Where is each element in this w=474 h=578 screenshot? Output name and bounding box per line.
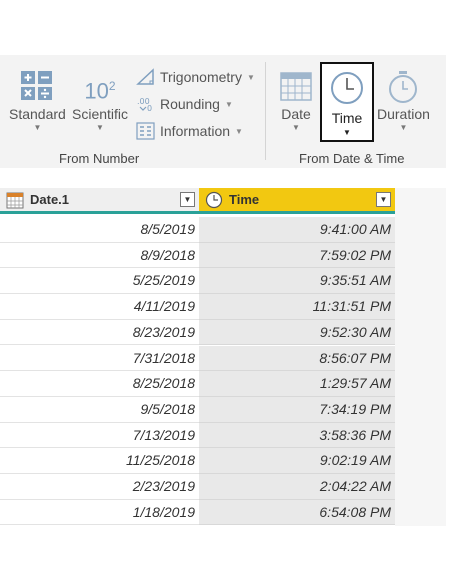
duration-label: Duration: [377, 106, 430, 122]
standard-button[interactable]: Standard ▼: [9, 70, 66, 132]
grid-empty-area: [395, 188, 446, 526]
group-label-from-date-time: From Date & Time: [299, 151, 405, 166]
table-row[interactable]: 8/23/2019 9:52:30 AM: [0, 319, 395, 346]
calendar-icon: [6, 192, 24, 208]
chevron-down-icon: ▼: [343, 128, 351, 137]
chevron-down-icon: ▼: [246, 72, 255, 82]
scientific-label: Scientific: [72, 106, 129, 122]
table-row[interactable]: 9/5/2018 7:34:19 PM: [0, 396, 395, 423]
table-row[interactable]: 5/25/2019 9:35:51 AM: [0, 268, 395, 295]
date-cell[interactable]: 7/13/2019: [0, 422, 199, 449]
chevron-down-icon: ▼: [33, 123, 42, 132]
trigonometry-label: Trigonometry: [160, 69, 242, 85]
filter-dropdown-icon[interactable]: ▼: [180, 192, 195, 207]
column-header-time[interactable]: Time ▼: [199, 188, 395, 214]
scientific-icon-base: 10: [84, 78, 109, 104]
date-cell[interactable]: 8/9/2018: [0, 242, 199, 269]
rounding-icon: .00 0: [137, 97, 152, 113]
column-header-date[interactable]: Date.1 ▼: [0, 188, 199, 214]
triangle-icon: [136, 68, 154, 85]
column-header-label: Date.1: [30, 192, 70, 207]
chevron-down-icon: ▼: [235, 126, 243, 136]
filter-dropdown-icon[interactable]: ▼: [376, 192, 391, 207]
information-label: Information: [160, 123, 231, 139]
table-row[interactable]: 7/13/2019 3:58:36 PM: [0, 422, 395, 449]
table-row[interactable]: 11/25/2018 9:02:19 AM: [0, 448, 395, 474]
calendar-icon: [280, 72, 312, 101]
time-cell[interactable]: 2:04:22 AM: [199, 474, 395, 500]
table-row[interactable]: 8/25/2018 1:29:57 AM: [0, 371, 395, 397]
standard-label: Standard: [9, 106, 66, 122]
stopwatch-icon: [389, 71, 418, 103]
date-cell[interactable]: 8/23/2019: [0, 319, 199, 346]
table-row[interactable]: 8/5/2019 9:41:00 AM: [0, 217, 395, 243]
table-row[interactable]: 7/31/2018 8:56:07 PM: [0, 345, 395, 372]
ribbon-separator: [265, 62, 266, 160]
table-row[interactable]: 4/11/2019 11:31:51 PM: [0, 294, 395, 320]
date-cell[interactable]: 4/11/2019: [0, 294, 199, 320]
time-cell[interactable]: 7:59:02 PM: [199, 242, 395, 269]
information-button[interactable]: Information ▼: [136, 120, 243, 142]
date-cell[interactable]: 8/25/2018: [0, 371, 199, 397]
table-row[interactable]: 1/18/2019 6:54:08 PM: [0, 499, 395, 526]
time-cell[interactable]: 11:31:51 PM: [199, 294, 395, 320]
time-cell[interactable]: 1:29:57 AM: [199, 371, 395, 397]
chevron-down-icon: ▼: [399, 123, 408, 132]
table-row[interactable]: 2/23/2019 2:04:22 AM: [0, 474, 395, 500]
date-label: Date: [281, 106, 311, 122]
time-cell[interactable]: 8:56:07 PM: [199, 345, 395, 372]
scientific-icon-exponent: 2: [108, 79, 116, 93]
scientific-icon: 102: [84, 70, 116, 104]
svg-text:0: 0: [147, 104, 152, 113]
table-row[interactable]: 8/9/2018 7:59:02 PM: [0, 242, 395, 269]
clock-icon: [205, 191, 223, 208]
rounding-label: Rounding: [160, 96, 220, 112]
group-label-from-number: From Number: [59, 151, 140, 166]
date-button[interactable]: Date ▼: [279, 70, 313, 132]
rounding-button[interactable]: .00 0 Rounding ▼: [136, 93, 233, 115]
time-label: Time: [331, 110, 363, 126]
chevron-down-icon: ▼: [96, 123, 104, 132]
date-cell[interactable]: 11/25/2018: [0, 448, 199, 474]
time-button[interactable]: Time ▼: [320, 62, 374, 142]
date-cell[interactable]: 8/5/2019: [0, 217, 199, 243]
chevron-down-icon: ▼: [292, 123, 300, 132]
column-header-label: Time: [229, 192, 260, 207]
duration-button[interactable]: Duration ▼: [377, 70, 430, 132]
date-cell[interactable]: 1/18/2019: [0, 499, 199, 526]
time-cell[interactable]: 3:58:36 PM: [199, 422, 395, 449]
time-cell[interactable]: 9:35:51 AM: [199, 268, 395, 295]
time-cell[interactable]: 9:02:19 AM: [199, 448, 395, 474]
time-cell[interactable]: 6:54:08 PM: [199, 499, 395, 526]
standard-icon: [21, 71, 53, 100]
date-cell[interactable]: 5/25/2019: [0, 268, 199, 295]
clock-icon: [331, 72, 363, 104]
scientific-button[interactable]: 102 Scientific ▼: [72, 70, 128, 132]
time-cell[interactable]: 9:52:30 AM: [199, 319, 395, 346]
chevron-down-icon: ▼: [224, 99, 233, 109]
date-cell[interactable]: 7/31/2018: [0, 345, 199, 372]
date-cell[interactable]: 2/23/2019: [0, 474, 199, 500]
trigonometry-button[interactable]: Trigonometry ▼: [136, 66, 255, 88]
date-cell[interactable]: 9/5/2018: [0, 396, 199, 423]
time-cell[interactable]: 9:41:00 AM: [199, 217, 395, 243]
time-cell[interactable]: 7:34:19 PM: [199, 396, 395, 423]
information-icon: [136, 122, 155, 140]
